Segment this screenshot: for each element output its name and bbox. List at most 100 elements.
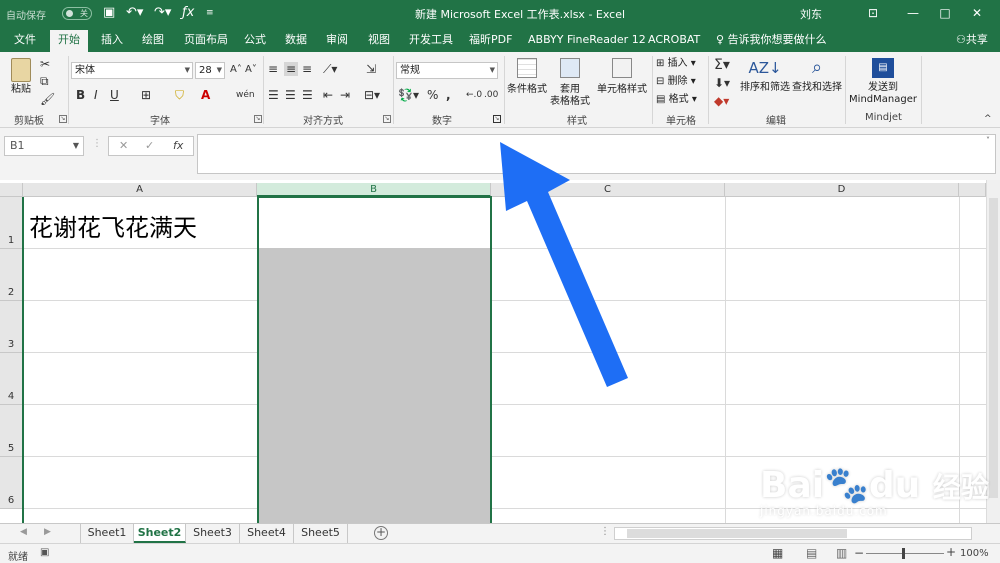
clipboard-launcher-icon[interactable]: ↘ [59, 115, 67, 123]
row-header-5[interactable]: 5 [0, 405, 23, 457]
fill-icon[interactable]: ⬇▾ [714, 76, 730, 90]
cell-a1[interactable]: 花谢花飞花满天 [29, 208, 197, 243]
align-left-icon[interactable]: ☰ [268, 88, 279, 102]
row-header-4[interactable]: 4 [0, 353, 23, 405]
tab-view[interactable]: 视图 [368, 32, 390, 50]
tab-abbyy[interactable]: ABBYY FineReader 12 [528, 32, 646, 50]
clear-icon[interactable]: ◆▾ [714, 94, 729, 108]
normal-view-icon[interactable]: ▦ [772, 546, 783, 560]
align-top-icon[interactable]: ≡ [268, 62, 278, 76]
format-painter-icon[interactable]: 🖌 [40, 92, 55, 106]
insert-cells-button[interactable]: ⊞ 插入 ▾ [656, 58, 706, 70]
paste-button[interactable]: 粘贴 [8, 58, 34, 108]
row-header-2[interactable]: 2 [0, 249, 23, 301]
column-header-partial[interactable] [959, 183, 986, 197]
tab-review[interactable]: 审阅 [326, 32, 348, 50]
confirm-formula-icon[interactable]: ✓ [145, 139, 154, 152]
font-size-select[interactable]: 28 ▼ [195, 62, 225, 79]
align-right-icon[interactable]: ☰ [302, 88, 313, 102]
expand-formula-icon[interactable]: ˅ [986, 136, 990, 145]
formula-input[interactable] [197, 134, 996, 174]
tab-insert[interactable]: 插入 [101, 32, 123, 50]
column-header-d[interactable]: D [725, 183, 959, 197]
format-as-table-button[interactable]: 套用 表格格式 [548, 58, 592, 108]
close-icon[interactable]: ✕ [962, 2, 992, 24]
page-layout-view-icon[interactable]: ▤ [806, 546, 817, 560]
conditional-format-button[interactable]: 条件格式 [507, 58, 547, 96]
zoom-level[interactable]: 100% [960, 548, 989, 559]
share-button[interactable]: ⚇共享 [956, 32, 988, 50]
select-all-corner[interactable] [0, 183, 23, 197]
number-format-select[interactable]: 常规 ▼ [396, 62, 498, 79]
comma-style-icon[interactable]: , [446, 88, 451, 102]
bold-icon[interactable]: B [76, 88, 85, 102]
sheet-tab-1[interactable]: Sheet1 [80, 524, 134, 543]
function-icon[interactable]: ƒx [182, 4, 194, 24]
sheet-tab-3[interactable]: Sheet3 [186, 524, 240, 543]
scroll-thumb[interactable] [989, 198, 998, 498]
font-name-select[interactable]: 宋体 ▼ [71, 62, 193, 79]
decrease-indent-icon[interactable]: ⇤ [323, 88, 333, 102]
phonetic-icon[interactable]: wén [236, 88, 255, 102]
wrap-text-icon[interactable]: ⇲ [366, 62, 376, 76]
italic-icon[interactable]: I [94, 88, 98, 102]
row-header-6[interactable]: 6 [0, 457, 23, 509]
user-name[interactable]: 刘东 [800, 6, 822, 22]
decrease-decimal-icon[interactable]: .00 [484, 88, 498, 102]
cancel-formula-icon[interactable]: ✕ [119, 139, 128, 152]
zoom-in-icon[interactable]: + [946, 545, 956, 559]
tab-developer[interactable]: 开发工具 [409, 32, 453, 50]
font-launcher-icon[interactable]: ↘ [254, 115, 262, 123]
percent-icon[interactable]: % [427, 88, 438, 102]
prev-sheet-icon[interactable]: ◀ [20, 527, 27, 537]
increase-font-icon[interactable]: A˄ [230, 63, 242, 77]
autosum-icon[interactable]: Σ▾ [714, 58, 730, 72]
zoom-out-icon[interactable]: − [854, 546, 864, 560]
sheet-tab-2[interactable]: Sheet2 [134, 524, 186, 543]
tab-acrobat[interactable]: ACROBAT [648, 32, 700, 50]
ribbon-display-icon[interactable]: ⊡ [858, 2, 888, 24]
row-header-1[interactable]: 1 [0, 197, 23, 249]
save-icon[interactable]: ▣ [103, 4, 115, 24]
number-format-launcher-icon[interactable]: ↘ [493, 115, 501, 123]
tab-split-handle[interactable]: ⋮ [600, 526, 610, 537]
row-header-3[interactable]: 3 [0, 301, 23, 353]
tab-data[interactable]: 数据 [285, 32, 307, 50]
minimize-icon[interactable]: — [898, 2, 928, 24]
format-cells-button[interactable]: ▤ 格式 ▾ [656, 94, 706, 106]
orientation-icon[interactable]: ⟋▾ [323, 62, 337, 76]
maximize-icon[interactable]: □ [930, 2, 960, 24]
next-sheet-icon[interactable]: ▶ [44, 527, 51, 537]
collapse-ribbon-icon[interactable]: ^ [984, 112, 992, 126]
cut-icon[interactable]: ✂ [40, 57, 50, 71]
sheet-tab-5[interactable]: Sheet5 [294, 524, 348, 543]
add-sheet-button[interactable]: + [374, 526, 388, 540]
autosave-toggle[interactable]: 关 [62, 7, 92, 20]
redo-icon[interactable]: ↷▾ [154, 4, 171, 24]
undo-icon[interactable]: ↶▾ [126, 4, 143, 24]
column-header-b[interactable]: B [257, 183, 491, 197]
find-select-button[interactable]: ⌕ 查找和选择 [792, 58, 842, 94]
align-middle-icon[interactable]: ≡ [284, 62, 299, 76]
delete-cells-button[interactable]: ⊟ 删除 ▾ [656, 76, 706, 88]
name-box[interactable]: B1 ▼ [4, 136, 84, 156]
align-center-icon[interactable]: ☰ [285, 88, 296, 102]
macro-record-icon[interactable]: ▣ [40, 547, 49, 558]
page-break-view-icon[interactable]: ▥ [836, 546, 847, 560]
increase-indent-icon[interactable]: ⇥ [340, 88, 350, 102]
currency-icon[interactable]: 💱▾ [398, 88, 419, 102]
sort-filter-button[interactable]: AZ↓ 排序和筛选 [740, 58, 790, 94]
alignment-launcher-icon[interactable]: ↘ [383, 115, 391, 123]
align-bottom-icon[interactable]: ≡ [302, 62, 312, 76]
borders-icon[interactable]: ⊞ [141, 88, 151, 102]
tab-foxit-pdf[interactable]: 福昕PDF [469, 32, 512, 50]
copy-icon[interactable]: ⧉ [40, 74, 49, 88]
tab-file[interactable]: 文件 [14, 32, 36, 50]
zoom-slider[interactable] [866, 553, 944, 554]
merge-center-icon[interactable]: ⊟▾ [364, 88, 380, 102]
tell-me-box[interactable]: ♀ 告诉我你想要做什么 [716, 32, 827, 50]
underline-icon[interactable]: U [110, 88, 119, 102]
fill-color-icon[interactable]: ⛉ [175, 88, 184, 102]
tab-formulas[interactable]: 公式 [244, 32, 266, 50]
column-header-c[interactable]: C [491, 183, 725, 197]
